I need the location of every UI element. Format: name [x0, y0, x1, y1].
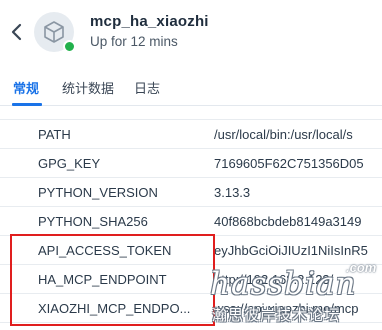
env-value: /usr/local/bin:/usr/local/s — [214, 127, 353, 142]
table-row: PYTHON_SHA256 40f868bcbdeb8149a3149 — [0, 207, 382, 236]
env-value: 7169605F62C751356D05 — [214, 156, 364, 171]
cube-icon — [44, 21, 64, 43]
env-value: http://192.168.2.123/ — [214, 272, 334, 287]
table-row: PATH /usr/local/bin:/usr/local/s — [0, 120, 382, 149]
env-value: eyJhbGciOiJIUzI1NiIsInR5 — [214, 243, 368, 258]
container-name: mcp_ha_xiaozhi — [90, 13, 209, 30]
env-value: wss://api.xiaozhi.me/mcp — [214, 301, 359, 316]
chevron-left-icon — [11, 23, 22, 41]
tab-bar: 常规 统计数据 日志 — [0, 72, 382, 106]
table-row: PYTHON_VERSION 3.13.3 — [0, 178, 382, 207]
back-button[interactable] — [6, 20, 28, 44]
active-tab-indicator — [12, 103, 42, 106]
table-row: GPG_KEY 7169605F62C751356D05 — [0, 149, 382, 178]
env-key: GPG_KEY — [38, 156, 101, 171]
annotation-highlight-box — [10, 234, 215, 326]
running-status-dot — [63, 40, 76, 53]
env-value: 40f868bcbdeb8149a3149 — [214, 214, 362, 229]
env-key: PYTHON_SHA256 — [38, 214, 148, 229]
tab-general[interactable]: 常规 — [13, 78, 39, 97]
container-uptime: Up for 12 mins — [90, 34, 178, 49]
env-key: PYTHON_VERSION — [38, 185, 158, 200]
tab-logs[interactable]: 日志 — [134, 78, 160, 97]
env-key: PATH — [38, 127, 71, 142]
header: mcp_ha_xiaozhi Up for 12 mins — [0, 0, 382, 66]
env-value: 3.13.3 — [214, 185, 251, 200]
tab-statistics[interactable]: 统计数据 — [62, 78, 114, 97]
